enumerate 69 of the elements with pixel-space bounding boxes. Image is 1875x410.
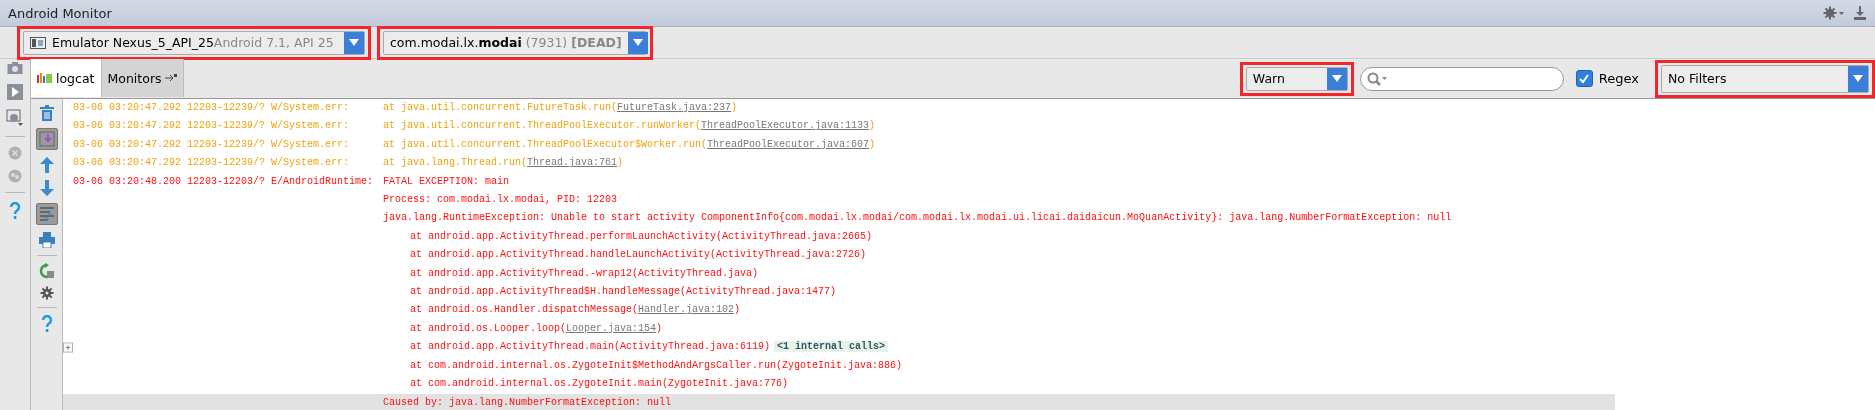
log-level-dropdown[interactable]: Warn [1245, 66, 1348, 91]
log-message: at java.lang.Thread.run( [383, 157, 528, 169]
help-icon[interactable] [9, 202, 21, 220]
pin-arrow-icon [164, 74, 177, 82]
log-message: ) [869, 120, 876, 132]
log-message: at com.android.internal.os.ZygoteInit$MethodAndArgsCaller.run(ZygoteInit.java:886) [410, 359, 903, 371]
log-message: at android.app.ActivityThread.-wrap12(ActivityThread.java) [410, 267, 759, 279]
source-link[interactable]: Looper.java:154 [566, 322, 657, 334]
log-header: 03-06 03:20:48.200 12203-12203/? E/AndroidRuntime: [73, 175, 374, 187]
log-header: 03-06 03:20:47.292 12203-12239/? W/System.err: [73, 157, 350, 169]
process-dropdown[interactable]: com.modai.lx.modai (7931) [DEAD] [383, 30, 647, 55]
down-arrow-icon[interactable] [39, 180, 54, 196]
settings-icon[interactable] [39, 286, 54, 300]
stop-icon[interactable] [8, 146, 22, 160]
screen-record-icon[interactable] [6, 109, 24, 127]
source-link[interactable]: Handler.java:102 [638, 304, 735, 316]
log-message: at android.app.ActivityThread.handleLaunchActivity(ActivityThread.java:2726) [410, 249, 867, 261]
expand-icon[interactable] [63, 342, 73, 353]
log-header: 03-06 03:20:47.292 12203-12239/? W/System.err: [73, 120, 350, 132]
emulator-icon [30, 36, 46, 49]
dropdown-arrow-icon [349, 39, 359, 46]
camera-icon[interactable] [7, 61, 23, 75]
log-message: at android.app.ActivityThread.main(ActivityThread.java:6119) [410, 341, 771, 353]
log-message: at android.os.Looper.loop( [410, 322, 567, 334]
log-message: at java.util.concurrent.ThreadPoolExecutor$Worker.run( [383, 138, 708, 150]
settings-icon[interactable] [1823, 6, 1845, 20]
log-message: ) [731, 102, 738, 113]
restart-icon[interactable] [38, 263, 55, 279]
trash-icon[interactable] [38, 105, 55, 121]
scroll-to-end-button[interactable] [35, 128, 58, 150]
play-icon[interactable] [7, 84, 23, 100]
source-link[interactable]: FutureTask.java:237 [617, 102, 732, 113]
dropdown-arrow-icon [1331, 75, 1342, 82]
soft-wrap-button[interactable] [35, 203, 58, 225]
log-message: Caused by: java.lang.NumberFormatException: null [383, 396, 672, 408]
help-icon[interactable] [40, 315, 53, 333]
log-message: at java.util.concurrent.FutureTask.run( [383, 102, 618, 113]
source-link[interactable]: Thread.java:761 [527, 157, 618, 169]
log-message: at android.app.ActivityThread.performLaunchActivity(ActivityThread.java:2665) [410, 230, 873, 242]
up-arrow-icon[interactable] [39, 157, 54, 173]
log-message: java.lang.RuntimeException: Unable to start activity ComponentInfo{com.modai.lx.modai/com.modai.lx.modai.ui.licai.daidaicun.MoQuanActivity}: java.lang.NumberFormatException: null [383, 212, 1452, 224]
source-link[interactable]: ThreadPoolExecutor.java:1133 [701, 120, 870, 132]
regex-checkbox[interactable] [1575, 70, 1593, 87]
log-message: ) [734, 304, 741, 316]
log-message: at java.util.concurrent.ThreadPoolExecutor.runWorker( [383, 120, 702, 132]
log-message: at com.android.internal.os.ZygoteInit.main(ZygoteInit.java:776) [410, 378, 789, 390]
tab[interactable]: Monitors [101, 59, 184, 97]
search-icon [1366, 71, 1389, 86]
filter-dropdown[interactable]: No Filters [1661, 64, 1869, 93]
dropdown-arrow-icon [632, 39, 643, 46]
checkbox-label: Regex [1598, 71, 1639, 86]
dropdown-arrow-icon [1853, 75, 1863, 82]
log-message: ) [869, 138, 876, 150]
log-message: FATAL EXCEPTION: main [383, 175, 510, 187]
log-message: ) [617, 157, 624, 169]
logcat-icon [37, 72, 53, 84]
log-message: Process: com.modai.lx.modai, PID: 12203 [383, 194, 618, 206]
window-title: Android Monitor [8, 5, 112, 21]
log-message: at android.app.ActivityThread$H.handleMessage(ActivityThread.java:1477) [410, 286, 837, 298]
print-icon[interactable] [38, 232, 55, 248]
log-header: 03-06 03:20:47.292 12203-12239/? W/System.err: [73, 138, 350, 150]
tab[interactable]: logcat [31, 59, 102, 97]
search-field[interactable] [1359, 66, 1564, 91]
device-dropdown[interactable]: Emulator Nexus_5_API_25Android 7.1, API 25 [23, 30, 365, 55]
log-message: ) [656, 322, 663, 334]
log-header: 03-06 03:20:47.292 12203-12239/? W/System.err: [73, 102, 350, 113]
source-link[interactable]: ThreadPoolExecutor.java:607 [707, 138, 870, 150]
folded-calls[interactable]: <1 internal calls> [774, 341, 889, 353]
log-message: at android.os.Handler.dispatchMessage( [410, 304, 639, 316]
